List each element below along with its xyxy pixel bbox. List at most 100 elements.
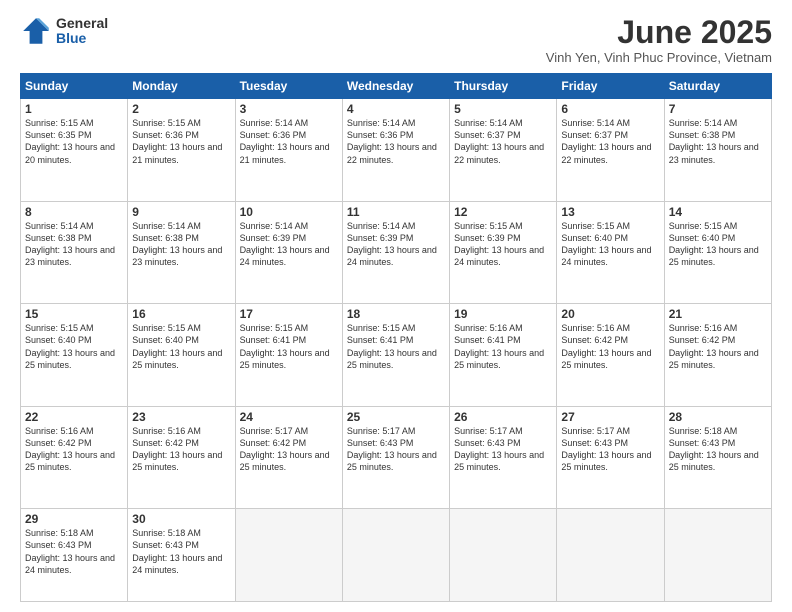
day-number: 21 xyxy=(669,307,767,321)
day-number: 22 xyxy=(25,410,123,424)
cell-info: Sunrise: 5:16 AMSunset: 6:42 PMDaylight:… xyxy=(561,323,651,369)
day-number: 7 xyxy=(669,102,767,116)
day-number: 6 xyxy=(561,102,659,116)
day-number: 16 xyxy=(132,307,230,321)
cell-info: Sunrise: 5:15 AMSunset: 6:40 PMDaylight:… xyxy=(561,221,651,267)
calendar-cell: 15 Sunrise: 5:15 AMSunset: 6:40 PMDayligh… xyxy=(21,304,128,407)
calendar-cell: 7 Sunrise: 5:14 AMSunset: 6:38 PMDaylight… xyxy=(664,99,771,202)
calendar-cell xyxy=(557,509,664,602)
day-number: 28 xyxy=(669,410,767,424)
cell-info: Sunrise: 5:14 AMSunset: 6:38 PMDaylight:… xyxy=(25,221,115,267)
calendar-cell: 8 Sunrise: 5:14 AMSunset: 6:38 PMDaylight… xyxy=(21,201,128,304)
day-number: 9 xyxy=(132,205,230,219)
day-number: 13 xyxy=(561,205,659,219)
cell-info: Sunrise: 5:14 AMSunset: 6:36 PMDaylight:… xyxy=(347,118,437,164)
day-number: 11 xyxy=(347,205,445,219)
calendar-cell: 28Sunrise: 5:18 AMSunset: 6:43 PMDayligh… xyxy=(664,406,771,509)
cell-info: Sunrise: 5:15 AMSunset: 6:41 PMDaylight:… xyxy=(347,323,437,369)
page: General Blue June 2025 Vinh Yen, Vinh Ph… xyxy=(0,0,792,612)
header: General Blue June 2025 Vinh Yen, Vinh Ph… xyxy=(20,15,772,65)
logo-text: General Blue xyxy=(56,16,108,47)
calendar-cell xyxy=(235,509,342,602)
calendar-cell xyxy=(664,509,771,602)
cell-info: Sunrise: 5:15 AMSunset: 6:40 PMDaylight:… xyxy=(669,221,759,267)
cell-info: Sunrise: 5:15 AMSunset: 6:40 PMDaylight:… xyxy=(132,323,222,369)
header-wednesday: Wednesday xyxy=(342,74,449,99)
day-number: 1 xyxy=(25,102,123,116)
calendar-cell: 2 Sunrise: 5:15 AMSunset: 6:36 PMDaylight… xyxy=(128,99,235,202)
calendar-cell: 4 Sunrise: 5:14 AMSunset: 6:36 PMDaylight… xyxy=(342,99,449,202)
day-number: 20 xyxy=(561,307,659,321)
cell-info: Sunrise: 5:16 AMSunset: 6:41 PMDaylight:… xyxy=(454,323,544,369)
calendar-cell: 27 Sunrise: 5:17 AMSunset: 6:43 PMDayligh… xyxy=(557,406,664,509)
calendar-cell: 22 Sunrise: 5:16 AMSunset: 6:42 PMDayligh… xyxy=(21,406,128,509)
day-number: 18 xyxy=(347,307,445,321)
header-friday: Friday xyxy=(557,74,664,99)
day-number: 14 xyxy=(669,205,767,219)
cell-info: Sunrise: 5:18 AMSunset: 6:43 PMDaylight:… xyxy=(25,528,115,574)
day-number: 5 xyxy=(454,102,552,116)
calendar-cell: 18 Sunrise: 5:15 AMSunset: 6:41 PMDayligh… xyxy=(342,304,449,407)
day-number: 29 xyxy=(25,512,123,526)
calendar-cell: 21Sunrise: 5:16 AMSunset: 6:42 PMDayligh… xyxy=(664,304,771,407)
day-number: 26 xyxy=(454,410,552,424)
day-number: 24 xyxy=(240,410,338,424)
day-number: 27 xyxy=(561,410,659,424)
calendar-cell: 9Sunrise: 5:14 AMSunset: 6:38 PMDaylight… xyxy=(128,201,235,304)
calendar-cell: 25 Sunrise: 5:17 AMSunset: 6:43 PMDayligh… xyxy=(342,406,449,509)
day-number: 3 xyxy=(240,102,338,116)
calendar: Sunday Monday Tuesday Wednesday Thursday… xyxy=(20,73,772,602)
cell-info: Sunrise: 5:14 AMSunset: 6:38 PMDaylight:… xyxy=(669,118,759,164)
logo-general: General xyxy=(56,16,108,31)
calendar-cell: 10 Sunrise: 5:14 AMSunset: 6:39 PMDayligh… xyxy=(235,201,342,304)
cell-info: Sunrise: 5:17 AMSunset: 6:43 PMDaylight:… xyxy=(561,426,651,472)
calendar-cell: 19 Sunrise: 5:16 AMSunset: 6:41 PMDayligh… xyxy=(450,304,557,407)
weekday-header-row: Sunday Monday Tuesday Wednesday Thursday… xyxy=(21,74,772,99)
header-monday: Monday xyxy=(128,74,235,99)
calendar-cell: 26 Sunrise: 5:17 AMSunset: 6:43 PMDayligh… xyxy=(450,406,557,509)
cell-info: Sunrise: 5:15 AMSunset: 6:36 PMDaylight:… xyxy=(132,118,222,164)
day-number: 2 xyxy=(132,102,230,116)
cell-info: Sunrise: 5:17 AMSunset: 6:43 PMDaylight:… xyxy=(454,426,544,472)
subtitle: Vinh Yen, Vinh Phuc Province, Vietnam xyxy=(546,50,772,65)
cell-info: Sunrise: 5:17 AMSunset: 6:43 PMDaylight:… xyxy=(347,426,437,472)
header-tuesday: Tuesday xyxy=(235,74,342,99)
cell-info: Sunrise: 5:15 AMSunset: 6:39 PMDaylight:… xyxy=(454,221,544,267)
day-number: 15 xyxy=(25,307,123,321)
day-number: 17 xyxy=(240,307,338,321)
day-number: 10 xyxy=(240,205,338,219)
calendar-cell: 16 Sunrise: 5:15 AMSunset: 6:40 PMDayligh… xyxy=(128,304,235,407)
cell-info: Sunrise: 5:16 AMSunset: 6:42 PMDaylight:… xyxy=(25,426,115,472)
calendar-cell: 6 Sunrise: 5:14 AMSunset: 6:37 PMDaylight… xyxy=(557,99,664,202)
calendar-cell: 14 Sunrise: 5:15 AMSunset: 6:40 PMDayligh… xyxy=(664,201,771,304)
month-title: June 2025 xyxy=(546,15,772,50)
day-number: 12 xyxy=(454,205,552,219)
calendar-cell xyxy=(450,509,557,602)
cell-info: Sunrise: 5:14 AMSunset: 6:37 PMDaylight:… xyxy=(454,118,544,164)
calendar-cell: 5 Sunrise: 5:14 AMSunset: 6:37 PMDaylight… xyxy=(450,99,557,202)
calendar-cell: 12 Sunrise: 5:15 AMSunset: 6:39 PMDayligh… xyxy=(450,201,557,304)
day-number: 4 xyxy=(347,102,445,116)
cell-info: Sunrise: 5:14 AMSunset: 6:39 PMDaylight:… xyxy=(240,221,330,267)
cell-info: Sunrise: 5:15 AMSunset: 6:35 PMDaylight:… xyxy=(25,118,115,164)
cell-info: Sunrise: 5:18 AMSunset: 6:43 PMDaylight:… xyxy=(132,528,222,574)
calendar-cell: 23Sunrise: 5:16 AMSunset: 6:42 PMDayligh… xyxy=(128,406,235,509)
logo-icon xyxy=(20,15,52,47)
calendar-cell: 3 Sunrise: 5:14 AMSunset: 6:36 PMDaylight… xyxy=(235,99,342,202)
calendar-cell: 13 Sunrise: 5:15 AMSunset: 6:40 PMDayligh… xyxy=(557,201,664,304)
calendar-cell: 1 Sunrise: 5:15 AMSunset: 6:35 PMDaylight… xyxy=(21,99,128,202)
day-number: 8 xyxy=(25,205,123,219)
cell-info: Sunrise: 5:17 AMSunset: 6:42 PMDaylight:… xyxy=(240,426,330,472)
day-number: 25 xyxy=(347,410,445,424)
calendar-cell: 17 Sunrise: 5:15 AMSunset: 6:41 PMDayligh… xyxy=(235,304,342,407)
cell-info: Sunrise: 5:14 AMSunset: 6:36 PMDaylight:… xyxy=(240,118,330,164)
cell-info: Sunrise: 5:15 AMSunset: 6:41 PMDaylight:… xyxy=(240,323,330,369)
title-block: June 2025 Vinh Yen, Vinh Phuc Province, … xyxy=(546,15,772,65)
cell-info: Sunrise: 5:14 AMSunset: 6:37 PMDaylight:… xyxy=(561,118,651,164)
calendar-cell: 29 Sunrise: 5:18 AMSunset: 6:43 PMDayligh… xyxy=(21,509,128,602)
day-number: 19 xyxy=(454,307,552,321)
logo-blue: Blue xyxy=(56,31,108,46)
header-saturday: Saturday xyxy=(664,74,771,99)
cell-info: Sunrise: 5:14 AMSunset: 6:39 PMDaylight:… xyxy=(347,221,437,267)
cell-info: Sunrise: 5:15 AMSunset: 6:40 PMDaylight:… xyxy=(25,323,115,369)
